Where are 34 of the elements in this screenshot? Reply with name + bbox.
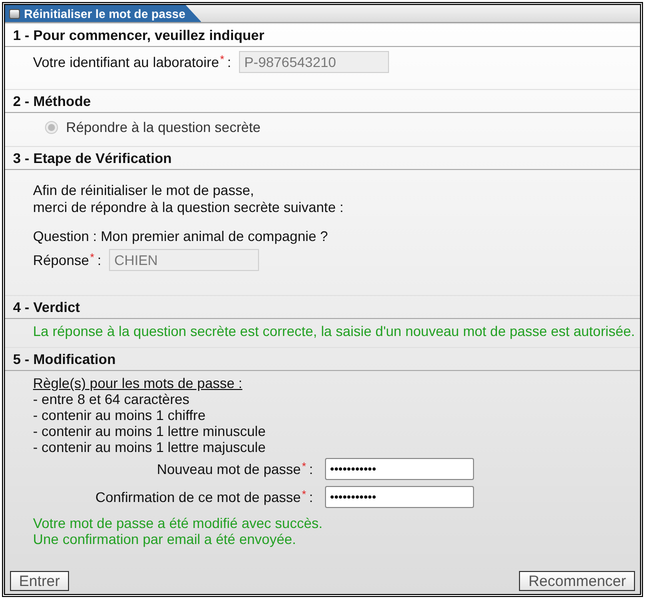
required-mark: * <box>90 250 94 266</box>
form-button[interactable]: Entrer <box>10 571 69 591</box>
info-text: Question : Mon premier animal de compagnie ? <box>33 228 329 245</box>
label-separator: : <box>309 488 313 506</box>
field-label: Nouveau mot de passe <box>156 460 301 479</box>
info-text: merci de répondre à la question secrète suivante : <box>33 199 345 216</box>
radio-label: Répondre à la question secrète <box>66 118 261 137</box>
password-field[interactable]: ••••••••••• <box>325 458 474 480</box>
success-message: La réponse à la question secrète est correcte, la saisie d'un nouveau mot de passe est autorisée. <box>33 323 636 339</box>
field-label: Confirmation de ce mot de passe <box>95 488 301 507</box>
rule-text: - contenir au moins 1 lettre majuscule <box>33 439 267 455</box>
form-button[interactable]: Recommencer <box>519 571 635 591</box>
rule-text: - contenir au moins 1 lettre minuscule <box>33 423 267 439</box>
section-header: 3 - Etape de Vérification <box>5 146 640 170</box>
field-label: Réponse <box>33 250 90 270</box>
rules-heading: Règle(s) pour les mots de passe : <box>33 375 244 391</box>
rule-text: - entre 8 et 64 caractères <box>33 391 190 407</box>
required-mark: * <box>302 460 306 474</box>
success-message: Votre mot de passe a été modifié avec succès. <box>33 515 324 531</box>
section-header: 4 - Verdict <box>5 295 640 319</box>
window-icon <box>9 8 20 18</box>
label-separator: : <box>309 460 313 478</box>
section-header: 1 - Pour commencer, veuillez indiquer <box>5 23 640 47</box>
required-mark: * <box>302 488 306 502</box>
required-mark: * <box>220 52 224 68</box>
success-message: Une confirmation par email a été envoyée. <box>33 531 298 547</box>
label-separator: : <box>227 52 232 72</box>
password-field[interactable]: ••••••••••• <box>325 486 474 508</box>
section-header: 5 - Modification <box>5 347 640 371</box>
info-text: Afin de réinitialiser le mot de passe, <box>33 182 255 199</box>
rule-text: - contenir au moins 1 chiffre <box>33 407 206 423</box>
field-label: Votre identifiant au laboratoire <box>33 52 220 72</box>
section-header: 2 - Méthode <box>5 89 640 113</box>
label-separator: : <box>97 250 102 270</box>
